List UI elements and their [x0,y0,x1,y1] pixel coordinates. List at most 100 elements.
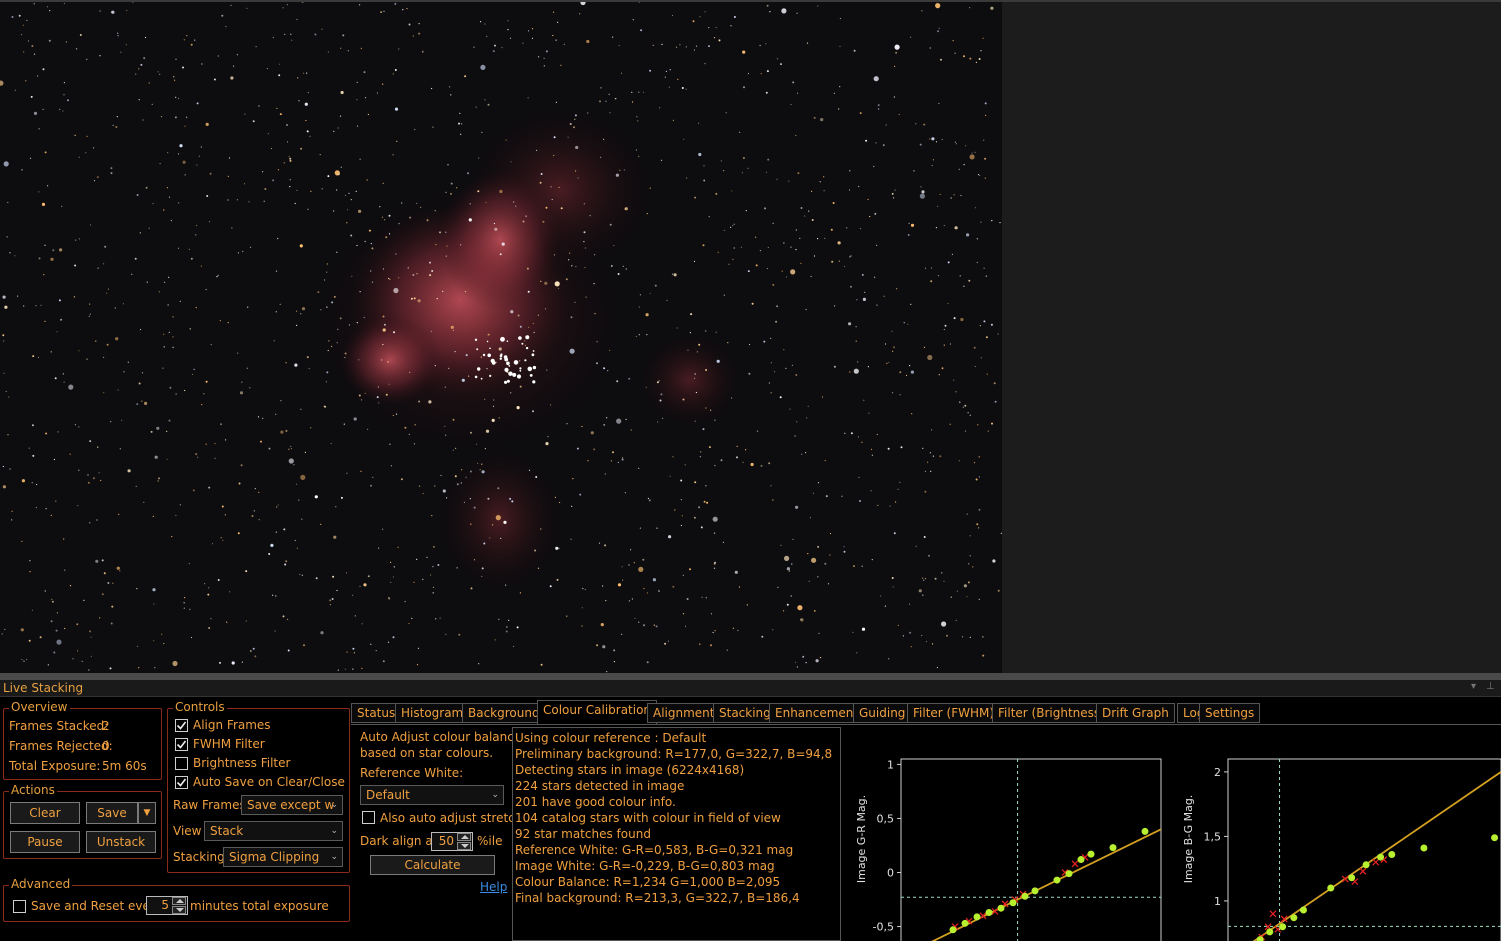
star [125,44,127,46]
raw-frames-select[interactable]: Save except w ⌄ [241,795,343,815]
tab-settings[interactable]: Settings [1199,703,1261,723]
tab-background[interactable]: Background [462,703,546,723]
star [317,291,320,294]
minutes-stepper[interactable]: 5 [146,896,188,915]
pause-button[interactable]: Pause [10,831,80,853]
star [598,542,601,544]
star [382,315,385,318]
star [963,285,965,287]
star [896,288,898,290]
star [955,391,957,393]
tab-colour-calibration[interactable]: Colour Calibration [537,700,658,724]
star [600,156,602,158]
splitter[interactable] [0,673,1501,680]
align-frames-label: Align Frames [193,718,271,732]
stacking-select[interactable]: Sigma Clipping ⌄ [223,847,343,867]
star [38,128,40,130]
calculate-button[interactable]: Calculate [370,855,495,875]
y-tick-label: 0 [887,867,894,880]
star [527,97,529,99]
star [110,167,113,170]
star [538,56,540,58]
star [183,607,185,609]
tab-guiding[interactable]: Guiding [853,703,912,723]
star [895,501,897,503]
star [14,89,16,91]
help-link[interactable]: Help [480,880,507,894]
star [725,112,727,114]
star [35,506,38,509]
star [363,316,365,319]
star [797,172,800,175]
matched-star-point [1109,844,1117,852]
auto-stretch-checkbox[interactable] [362,811,375,824]
star [101,559,104,562]
star [612,451,614,454]
star [300,474,306,480]
calibration-log: Using colour reference : Default Prelimi… [512,727,841,941]
brightness-filter-checkbox[interactable] [175,757,188,770]
increment-icon[interactable] [172,897,186,905]
tab-filter-brightness[interactable]: Filter (Brightness) [992,703,1111,723]
star [336,589,338,592]
star [656,527,658,529]
star [694,196,697,199]
tab-histogram[interactable]: Histogram [395,703,470,723]
star [272,36,274,39]
star [481,575,483,578]
star [965,145,967,147]
save-button[interactable]: Save [86,802,138,824]
star [540,173,543,175]
star [107,288,109,290]
fwhm-filter-checkbox[interactable] [175,738,188,751]
tab-alignment[interactable]: Alignment [647,703,721,723]
pin-icon[interactable]: ⊥ [1486,681,1495,692]
decrement-icon[interactable] [457,842,471,850]
view-select[interactable]: Stack ⌄ [204,821,343,841]
tab-status[interactable]: Status [351,703,402,723]
increment-icon[interactable] [457,833,471,841]
star [183,39,185,41]
dropdown-icon[interactable]: ▾ [1471,681,1476,692]
align-frames-checkbox[interactable] [175,719,188,732]
panel-header: Live Stacking ▾ ⊥ [0,680,1501,697]
star [494,639,496,641]
star [135,73,137,75]
star [413,443,415,445]
star [158,477,160,480]
star [211,543,214,545]
star [77,650,79,652]
tab-filter-fwhm[interactable]: Filter (FWHM) [907,703,1001,723]
save-options-button[interactable]: ▼ [138,802,156,824]
star [58,299,61,302]
dark-align-stepper[interactable]: 50 [431,832,473,851]
tab-drift-graph[interactable]: Drift Graph [1096,703,1175,723]
star [214,443,216,445]
star [730,226,732,228]
star [469,470,472,473]
star [408,622,410,625]
star [469,203,471,205]
star [431,87,433,90]
star [154,667,156,669]
star [21,540,23,543]
clear-button[interactable]: Clear [10,802,80,824]
decrement-icon[interactable] [172,906,186,914]
star [747,270,750,273]
star [931,643,934,645]
star [704,11,706,13]
tab-enhancement[interactable]: Enhancement [769,703,865,723]
star [93,147,95,149]
unstack-button[interactable]: Unstack [86,831,156,853]
save-reset-checkbox[interactable] [13,900,26,913]
star [306,130,309,133]
star [422,492,424,495]
auto-save-checkbox[interactable] [175,776,188,789]
star [545,50,548,53]
stacked-image-viewer[interactable] [0,0,1002,673]
reference-white-select[interactable]: Default ⌄ [360,785,504,805]
star [168,419,171,422]
tab-stacking[interactable]: Stacking [713,703,777,723]
star [11,16,14,18]
star [699,643,701,645]
